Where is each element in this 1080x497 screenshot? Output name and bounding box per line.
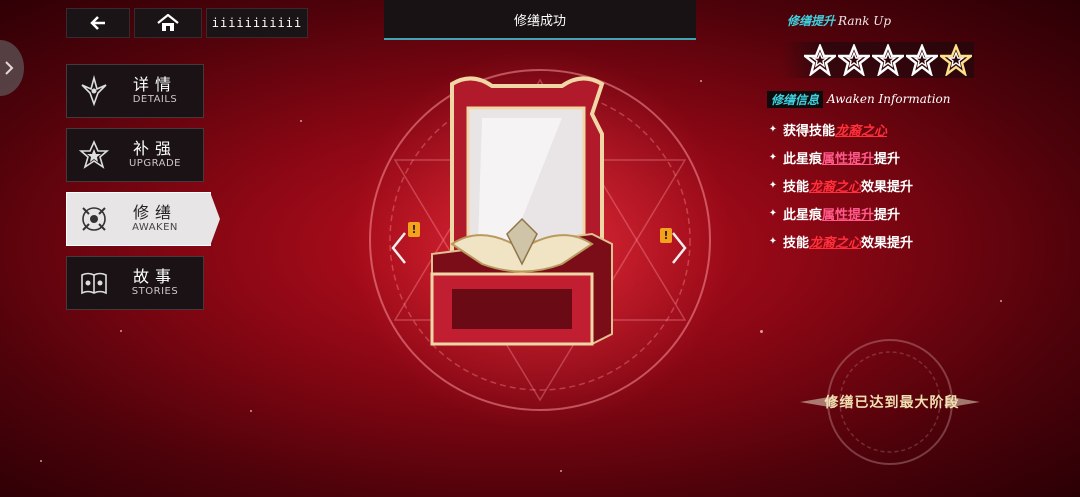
- awaken-info-list: ✦ 获得技能 龙裔之心 ✦ 此星痕 属性提升 提升 ✦ 技能 龙裔之心 效果提升…: [763, 120, 913, 251]
- info-text: 技能: [783, 180, 810, 195]
- awaken-info-title: 修缮信息: [767, 90, 824, 108]
- sparkle-icon: ✦: [768, 236, 778, 247]
- rank-star-icon: [940, 44, 972, 76]
- rank-up-title: 修缮提升: [787, 14, 836, 28]
- book-icon: [77, 266, 111, 300]
- info-text: 提升: [874, 152, 901, 167]
- info-text: 此星痕: [783, 208, 823, 223]
- attribute-link[interactable]: 属性提升: [822, 148, 874, 167]
- topbar-title: iiiiiiiiiii: [206, 8, 308, 38]
- rank-star-icon: [872, 44, 904, 76]
- alert-badge-icon: !: [408, 222, 420, 237]
- skill-link[interactable]: 龙裔之心: [809, 176, 861, 195]
- menu-item-label: 详情: [132, 75, 177, 94]
- rank-up-subtitle: Rank Up: [838, 14, 892, 28]
- rank-star-icon: [838, 44, 870, 76]
- treasure-mirror-box: [430, 76, 613, 346]
- awaken-info-item: ✦ 技能 龙裔之心 效果提升: [763, 176, 913, 195]
- info-text: 获得技能: [783, 124, 836, 139]
- sparkle-icon: ✦: [768, 180, 778, 191]
- lily-icon: [77, 74, 111, 108]
- menu-item-awaken[interactable]: 修缮 AWAKEN: [66, 192, 220, 246]
- rank-star-icon: [804, 44, 836, 76]
- star-badge-icon: [77, 138, 111, 172]
- side-menu: 详情 DETAILS 补强 UPGRADE 修缮 AWAKEN 故事 STORI…: [66, 64, 220, 310]
- max-stage-text: 修缮已达到最大阶段: [824, 395, 960, 411]
- menu-item-details[interactable]: 详情 DETAILS: [66, 64, 204, 118]
- menu-item-sublabel: AWAKEN: [132, 222, 178, 233]
- home-button[interactable]: [134, 8, 202, 38]
- sparkle-icon: ✦: [768, 152, 778, 163]
- menu-item-label: 故事: [132, 267, 177, 286]
- awaken-info-item: ✦ 获得技能 龙裔之心: [763, 120, 913, 139]
- awaken-info-item: ✦ 此星痕 属性提升 提升: [763, 204, 913, 223]
- info-text: 效果提升: [861, 236, 914, 251]
- alert-badge-icon: !: [660, 228, 672, 243]
- attribute-link[interactable]: 属性提升: [822, 204, 874, 223]
- menu-item-stories[interactable]: 故事 STORIES: [66, 256, 204, 310]
- menu-item-sublabel: UPGRADE: [128, 158, 181, 169]
- chevron-right-icon: [5, 61, 14, 75]
- menu-item-sublabel: STORIES: [131, 286, 179, 297]
- menu-item-upgrade[interactable]: 补强 UPGRADE: [66, 128, 204, 182]
- skill-link[interactable]: 龙裔之心: [809, 232, 861, 251]
- home-icon: [157, 14, 179, 31]
- rank-star-icon: [906, 44, 938, 76]
- skill-link[interactable]: 龙裔之心: [835, 120, 887, 139]
- top-bar: iiiiiiiiiii: [66, 8, 308, 38]
- next-arrow[interactable]: [670, 230, 688, 274]
- rank-stars: [804, 44, 972, 76]
- banner-title: 修缮成功: [513, 13, 566, 29]
- awaken-info-label: 修缮信息 Awaken Information: [767, 90, 951, 108]
- info-text: 此星痕: [783, 152, 823, 167]
- success-banner: 修缮成功: [384, 0, 696, 40]
- info-text: 提升: [874, 208, 901, 223]
- menu-item-sublabel: DETAILS: [132, 94, 178, 105]
- awaken-info-subtitle: Awaken Information: [827, 92, 951, 106]
- info-text: 效果提升: [861, 180, 914, 195]
- menu-item-label: 补强: [132, 139, 177, 158]
- prev-arrow[interactable]: [390, 230, 408, 274]
- crest-icon: [77, 202, 111, 236]
- back-arrow-icon: [90, 16, 105, 30]
- chevron-left-icon: [391, 232, 406, 264]
- chevron-right-icon: [672, 232, 687, 264]
- menu-item-label: 修缮: [132, 203, 177, 222]
- awaken-info-item: ✦ 技能 龙裔之心 效果提升: [763, 232, 913, 251]
- side-drawer-toggle[interactable]: [0, 40, 24, 96]
- rank-up-label: 修缮提升 Rank Up: [787, 12, 891, 29]
- sparkle-icon: ✦: [768, 208, 778, 219]
- back-button[interactable]: [66, 8, 130, 38]
- awaken-info-item: ✦ 此星痕 属性提升 提升: [763, 148, 913, 167]
- info-text: 技能: [783, 236, 810, 251]
- sparkle-icon: ✦: [768, 124, 778, 135]
